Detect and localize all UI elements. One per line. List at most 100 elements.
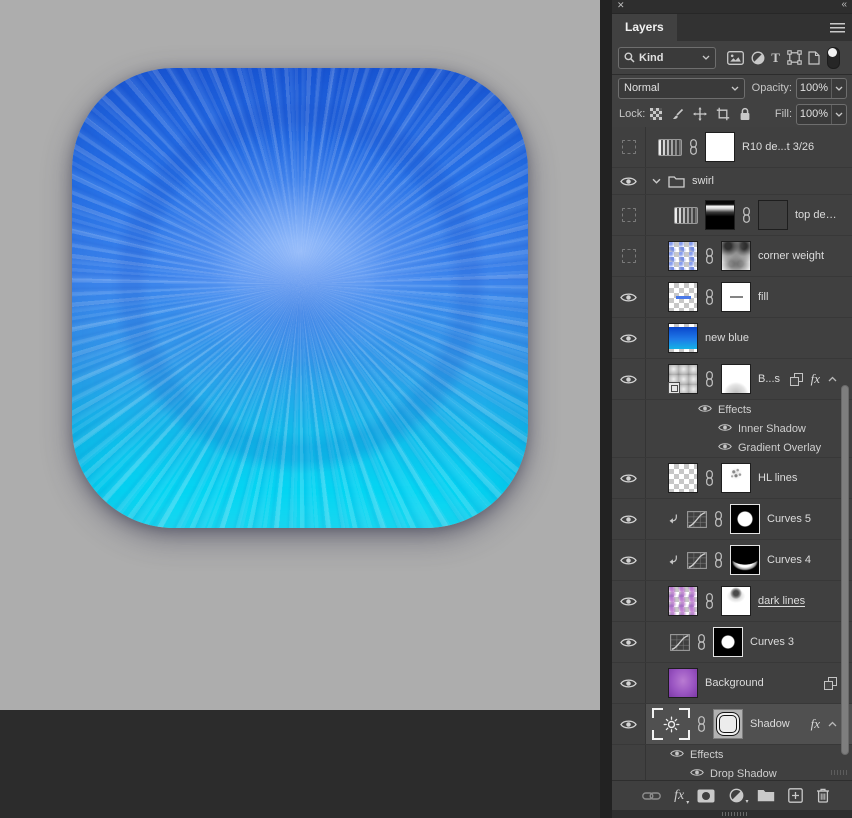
layer-name[interactable]: fill <box>758 291 768 303</box>
visibility-toggle[interactable] <box>612 540 646 580</box>
layer-name[interactable]: Curves 3 <box>750 636 794 648</box>
vector-mask-thumbnail[interactable] <box>713 709 743 739</box>
visibility-toggle[interactable] <box>612 168 646 194</box>
layer-styles-button[interactable]: fx ▾ <box>674 788 689 806</box>
visibility-toggle[interactable] <box>612 277 646 317</box>
new-layer-button[interactable] <box>787 788 803 803</box>
layer-name[interactable]: swirl <box>692 175 714 187</box>
visibility-toggle[interactable] <box>612 195 646 235</box>
effect-row[interactable]: Effects <box>612 400 852 419</box>
layer-row[interactable]: new blue <box>612 318 852 359</box>
visibility-toggle[interactable] <box>612 236 646 276</box>
type-layer-filter-icon[interactable]: T <box>771 50 780 66</box>
layer-name[interactable]: top desat <box>795 209 837 221</box>
opacity-field[interactable]: 100% <box>796 77 847 99</box>
opacity-dropdown-chevron[interactable] <box>831 78 846 98</box>
shape-layer-filter-icon[interactable] <box>786 50 802 65</box>
collapse-panel-icon[interactable]: « <box>841 0 846 10</box>
visibility-toggle[interactable] <box>612 318 646 358</box>
layer-row[interactable]: R10 de...t 3/26 <box>612 127 852 168</box>
collapse-effects-chevron-icon[interactable] <box>828 376 837 382</box>
smart-object-filter-icon[interactable] <box>808 50 821 65</box>
link-layers-button[interactable] <box>642 791 661 801</box>
filter-kind-dropdown[interactable]: Kind <box>618 46 716 69</box>
resize-gripper[interactable] <box>722 812 748 816</box>
layer-name[interactable]: B...s <box>758 373 780 385</box>
lock-position-icon[interactable] <box>693 107 708 121</box>
panel-resize-strip[interactable] <box>612 810 852 818</box>
close-panel-icon[interactable]: ✕ <box>617 0 625 11</box>
hidden-visibility-checkbox[interactable] <box>621 249 636 263</box>
new-adjustment-layer-button[interactable]: ▾ <box>729 788 749 805</box>
visibility-toggle[interactable] <box>612 663 646 703</box>
visibility-toggle[interactable] <box>612 359 646 399</box>
effect-visibility-toggle[interactable] <box>718 442 732 454</box>
layer-mask-thumbnail[interactable] <box>730 545 760 575</box>
blend-mode-dropdown[interactable]: Normal <box>618 77 745 99</box>
layer-mask-thumbnail[interactable] <box>721 241 751 271</box>
delete-layer-button[interactable] <box>816 788 830 803</box>
layer-thumbnail[interactable] <box>668 323 698 353</box>
pixel-layer-filter-icon[interactable] <box>726 50 744 65</box>
effect-row[interactable]: Drop Shadow <box>612 764 852 780</box>
layer-thumbnail[interactable] <box>705 200 735 230</box>
blue-app-icon-artwork[interactable] <box>72 68 528 528</box>
layer-row[interactable]: corner weight <box>612 236 852 277</box>
fill-value[interactable]: 100% <box>797 108 831 120</box>
fill-field[interactable]: 100% <box>796 103 847 125</box>
visibility-toggle[interactable] <box>612 581 646 621</box>
visibility-toggle[interactable] <box>612 458 646 498</box>
effect-visibility-toggle[interactable] <box>690 768 704 780</box>
effect-visibility-toggle[interactable] <box>698 404 712 416</box>
opacity-value[interactable]: 100% <box>797 82 831 94</box>
hidden-visibility-checkbox[interactable] <box>621 208 636 222</box>
layer-name[interactable]: Curves 4 <box>767 554 811 566</box>
filtering-toggle[interactable] <box>827 46 841 69</box>
fx-badge[interactable]: fx <box>811 716 820 732</box>
layer-row[interactable]: Background <box>612 663 852 704</box>
visibility-toggle[interactable] <box>612 704 646 744</box>
layer-name[interactable]: corner weight <box>758 250 824 262</box>
layer-thumbnail[interactable] <box>668 364 698 394</box>
effect-visibility-toggle[interactable] <box>670 749 684 761</box>
layer-thumbnail[interactable] <box>668 463 698 493</box>
layer-mask-thumbnail[interactable] <box>721 463 751 493</box>
collapse-effects-toggle[interactable] <box>828 718 837 730</box>
layer-mask-thumbnail[interactable] <box>721 364 751 394</box>
layer-thumbnail[interactable] <box>668 241 698 271</box>
lock-artboard-icon[interactable] <box>716 107 730 121</box>
adjustment-layer-filter-icon[interactable] <box>751 51 765 65</box>
panel-menu-icon[interactable] <box>830 23 845 33</box>
layer-row[interactable]: dark lines <box>612 581 852 622</box>
effect-row[interactable]: Inner Shadow <box>612 419 852 438</box>
layer-name[interactable]: R10 de...t 3/26 <box>742 141 814 153</box>
layer-name[interactable]: HL lines <box>758 472 797 484</box>
layer-thumbnail[interactable] <box>668 586 698 616</box>
collapse-effects-toggle[interactable] <box>828 373 837 385</box>
layer-row[interactable]: Shadow fx <box>612 704 852 745</box>
layer-row[interactable]: HL lines <box>612 458 852 499</box>
layer-mask-thumbnail[interactable] <box>758 200 788 230</box>
add-layer-mask-button[interactable] <box>697 789 715 803</box>
layer-row[interactable]: top desat <box>612 195 852 236</box>
visibility-toggle[interactable] <box>612 127 646 167</box>
layer-name[interactable]: new blue <box>705 332 749 344</box>
layer-row[interactable]: Curves 5 <box>612 499 852 540</box>
fx-badge[interactable]: fx <box>811 371 820 387</box>
layer-name[interactable]: dark lines <box>758 595 805 607</box>
scrollbar-thumb[interactable] <box>841 385 849 755</box>
layer-row[interactable]: Curves 4 <box>612 540 852 581</box>
layer-thumbnail[interactable] <box>668 282 698 312</box>
layer-name[interactable]: Background <box>705 677 764 689</box>
lock-transparency-icon[interactable] <box>650 108 663 120</box>
layer-mask-thumbnail[interactable] <box>730 504 760 534</box>
layer-name[interactable]: Curves 5 <box>767 513 811 525</box>
layer-row[interactable]: Curves 3 <box>612 622 852 663</box>
effect-row[interactable]: Effects <box>612 745 852 764</box>
layer-mask-thumbnail[interactable] <box>721 282 751 312</box>
document-canvas[interactable] <box>0 0 600 710</box>
tab-layers[interactable]: Layers <box>612 14 677 41</box>
layer-mask-thumbnail[interactable] <box>721 586 751 616</box>
new-group-button[interactable] <box>757 789 775 802</box>
smart-object-thumbnail[interactable] <box>652 708 690 740</box>
